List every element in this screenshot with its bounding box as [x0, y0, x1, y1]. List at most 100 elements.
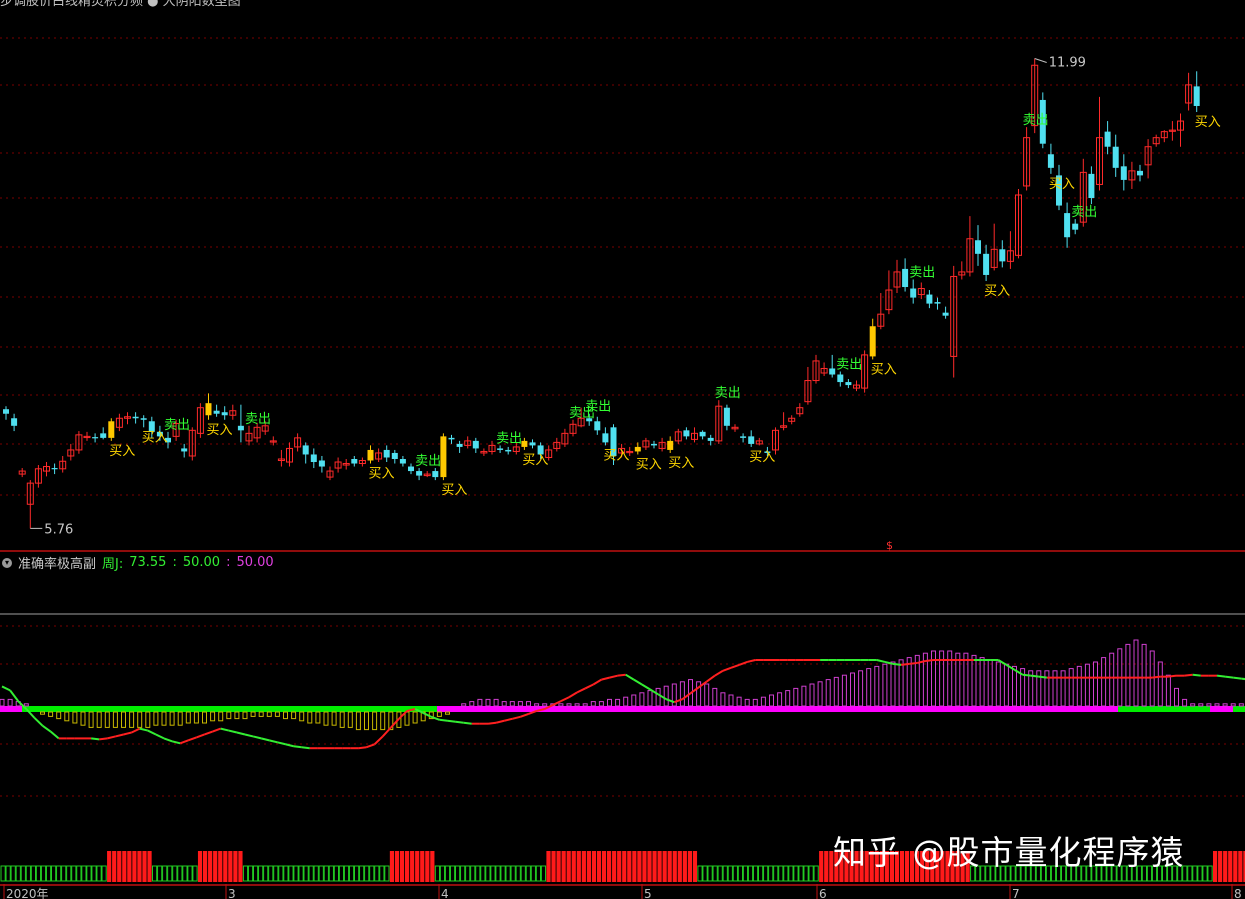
candle-body	[391, 452, 398, 459]
indicator-line-segment	[123, 731, 132, 736]
indicator-histogram-bar	[185, 711, 191, 724]
signal-bar-red	[213, 851, 218, 882]
signal-bar-green	[727, 865, 733, 882]
indicator-histogram-bar	[1174, 687, 1179, 707]
signal-bar-green	[778, 865, 784, 882]
indicator-line-segment	[49, 730, 60, 740]
sell-signal-label: 卖出	[415, 454, 441, 469]
indicator-histogram-bar	[979, 657, 985, 707]
buy-signal-label: 买入	[603, 448, 629, 463]
indicator-line-segment	[236, 731, 246, 736]
candle-body	[213, 410, 220, 414]
indicator-histogram-bar	[364, 711, 369, 731]
candle-body	[472, 440, 479, 449]
signal-bar-green	[803, 865, 809, 882]
indicator-histogram-bar	[121, 711, 126, 728]
indicator-histogram-bar	[48, 711, 54, 717]
high-pointer	[1034, 57, 1047, 63]
signal-bar-red	[197, 851, 203, 882]
indicator-line-segment	[609, 674, 618, 679]
indicator-histogram-bar	[534, 703, 540, 707]
indicator-histogram-bar	[963, 652, 969, 707]
indicator-line-segment	[633, 678, 643, 686]
indicator-line-segment	[1241, 677, 1245, 681]
indicator-histogram-bar	[299, 711, 305, 722]
signal-bar-green	[1202, 865, 1208, 882]
indicator-histogram-bar	[1052, 670, 1058, 707]
indicator-histogram-bar	[1238, 703, 1244, 707]
indicator-header: ▾ 准确率极高副 周J: 73.55 : 50.00 : 50.00	[2, 553, 274, 572]
signal-bar-green	[773, 865, 779, 882]
signal-bar-green	[510, 865, 516, 882]
signal-bar-green	[460, 865, 466, 882]
indicator-line-segment	[41, 724, 52, 733]
candle-body	[975, 240, 981, 254]
signal-bar-green	[86, 865, 92, 882]
indicator-histogram-bar	[1165, 674, 1171, 707]
indicator-histogram-bar	[1182, 698, 1188, 707]
candle-body	[108, 421, 115, 438]
indicator-histogram-bar	[655, 687, 661, 707]
indicator-histogram-bar	[1198, 703, 1204, 707]
candle-body	[602, 433, 609, 443]
indicator-histogram-bar	[1003, 663, 1009, 707]
signal-bar-green	[747, 865, 754, 882]
signal-bar-red	[632, 851, 637, 882]
indicator-line-segment	[293, 745, 302, 749]
signal-bar-green	[793, 865, 799, 882]
signal-bar-green	[258, 865, 264, 882]
indicator-histogram-bar	[283, 711, 288, 720]
indicator-line-segment	[1038, 675, 1048, 679]
indicator-histogram-bar	[1060, 670, 1066, 707]
indicator-line-segment	[592, 678, 602, 686]
indicator-histogram-bar	[704, 683, 710, 707]
indicator-line-segment	[512, 715, 521, 720]
buy-signal-label: 买入	[871, 362, 897, 377]
indicator-histogram-bar	[1141, 643, 1147, 707]
signal-bar-red	[551, 851, 556, 882]
indicator-histogram-bar	[1093, 661, 1098, 707]
signal-bar-red	[607, 851, 612, 882]
indicator-histogram-bar	[1109, 652, 1115, 707]
candle-body	[723, 407, 730, 426]
indicator-line-segment	[649, 688, 659, 696]
signal-bar-red	[687, 851, 692, 882]
indicator-histogram-bar	[890, 661, 896, 707]
chart-window: { "header": { "top_title": "步调股价白线精灵积分频 …	[0, 0, 1245, 899]
indicator-line-segment	[33, 717, 44, 727]
indicator-line-segment	[1216, 674, 1226, 678]
indicator-histogram-bar	[987, 659, 993, 707]
signal-bar-green	[379, 865, 385, 882]
indicator-histogram-bar	[850, 672, 855, 707]
signal-bar-green	[51, 865, 57, 882]
candle-body	[11, 418, 18, 426]
signal-bar-green	[768, 865, 774, 882]
indicator-histogram-bar	[258, 711, 264, 717]
signal-bar-green	[384, 865, 390, 882]
indicator-line-segment	[447, 719, 456, 723]
signal-bar-green	[157, 865, 163, 882]
indicator-histogram-bar	[193, 711, 199, 724]
signal-bar-green	[783, 865, 789, 882]
signal-bar-red	[622, 851, 627, 882]
candle-body	[999, 249, 1006, 262]
indicator-histogram-bar	[769, 694, 774, 707]
collapse-icon[interactable]: ▾	[2, 557, 12, 568]
indicator-histogram-bar	[177, 711, 183, 726]
indicator-line-segment	[746, 659, 756, 663]
signal-bar-green	[71, 865, 77, 882]
indicator-histogram-bar	[809, 683, 815, 707]
signal-bar-green	[374, 865, 380, 882]
indicator-name[interactable]: 准确率极高副	[18, 553, 96, 572]
indicator-histogram-bar	[1157, 661, 1163, 707]
sell-signal-label: 卖出	[585, 400, 611, 415]
indicator-line-segment	[1013, 668, 1024, 676]
signal-bar-red	[107, 851, 112, 882]
signal-bar-red	[430, 851, 435, 882]
indicator-sep-2: :	[226, 555, 231, 570]
indicator-histogram-bar	[315, 711, 321, 724]
signal-bar-green	[465, 865, 471, 882]
indicator-line-segment	[358, 746, 367, 750]
indicator-line-segment	[187, 736, 197, 742]
signal-bar-green	[313, 865, 319, 882]
